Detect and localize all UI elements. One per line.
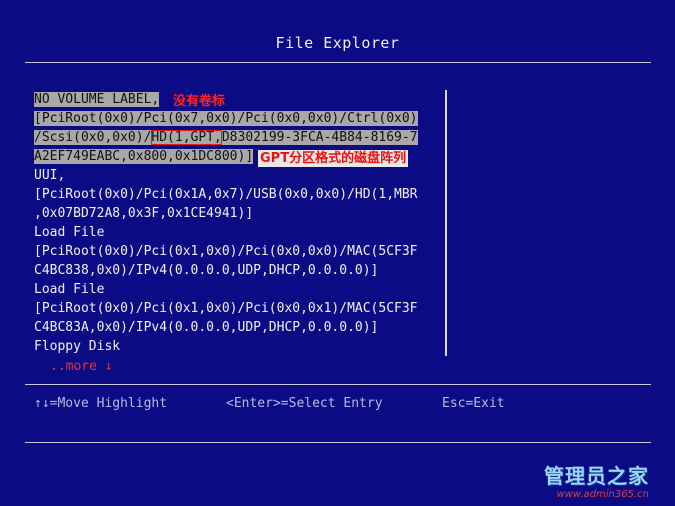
list-item: [PciRoot(0x0)/Pci(0x1A,0x7)/USB(0x0,0x0)… — [34, 187, 418, 202]
annotation-no-volume-label: 没有卷标 — [173, 94, 226, 109]
entry-list: NO VOLUME LABEL, [PciRoot(0x0)/Pci(0x7,0… — [34, 90, 429, 356]
help-exit: Esc=Exit — [442, 396, 505, 411]
scrollbar-track[interactable] — [445, 90, 447, 356]
list-item: C4BC83A,0x0)/IPv4(0.0.0.0,UDP,DHCP,0.0.0… — [34, 320, 379, 335]
watermark-logo: 管理员之家 www.admin365.cn — [544, 460, 649, 500]
list-item: ,0x07BD72A8,0x3F,0x1CE4941)] — [34, 206, 254, 221]
list-item: Load File — [34, 282, 105, 297]
help-select-entry: <Enter>=Select Entry — [226, 396, 383, 411]
list-item: [PciRoot(0x0)/Pci(0x1,0x0)/Pci(0x0,0x0)/… — [34, 244, 418, 259]
list-item: [PciRoot(0x0)/Pci(0x1,0x0)/Pci(0x0,0x1)/… — [34, 301, 418, 316]
watermark-title: 管理员之家 — [544, 464, 649, 488]
entry-selected-line-2: [PciRoot(0x0)/Pci(0x7,0x0)/Pci(0x0,0x0)/… — [34, 111, 418, 126]
top-divider — [25, 62, 651, 63]
gpt-highlight-box: HD(1,GPT, — [151, 130, 222, 145]
entry-load-file-2[interactable]: Load File [PciRoot(0x0)/Pci(0x1,0x0)/Pci… — [34, 280, 429, 337]
list-item: Floppy Disk — [34, 339, 121, 354]
entry-selected-line-1: NO VOLUME LABEL, — [34, 92, 160, 107]
help-move-highlight: ↑↓=Move Highlight — [34, 396, 168, 411]
entry-selected-line-4: A2EF749EABC,0x800,0x1DC800)] — [34, 149, 254, 164]
middle-divider — [25, 384, 651, 385]
more-indicator[interactable]: ..more ↓ — [50, 359, 113, 374]
bottom-divider — [25, 442, 651, 443]
list-item: Load File — [34, 225, 105, 240]
entry-usb-disk[interactable]: UUI, [PciRoot(0x0)/Pci(0x1A,0x7)/USB(0x0… — [34, 166, 429, 223]
entry-floppy-disk[interactable]: Floppy Disk — [34, 337, 429, 356]
annotation-gpt-disk: GPT分区格式的磁盘阵列 — [258, 150, 409, 167]
entry-load-file-1[interactable]: Load File [PciRoot(0x0)/Pci(0x1,0x0)/Pci… — [34, 223, 429, 280]
window-title: File Explorer — [275, 34, 400, 52]
entry-selected-line-3-suffix: D8302199-3FCA-4B84-8169-7 — [221, 130, 418, 145]
bios-file-explorer-screen: File Explorer NO VOLUME LABEL, [PciRoot(… — [0, 0, 675, 506]
list-item: C4BC838,0x0)/IPv4(0.0.0.0,UDP,DHCP,0.0.0… — [34, 263, 379, 278]
entry-selected-line-3-prefix: /Scsi(0x0,0x0)/ — [34, 130, 152, 145]
watermark-url: www.admin365.cn — [556, 489, 649, 500]
list-item: UUI, — [34, 168, 66, 183]
